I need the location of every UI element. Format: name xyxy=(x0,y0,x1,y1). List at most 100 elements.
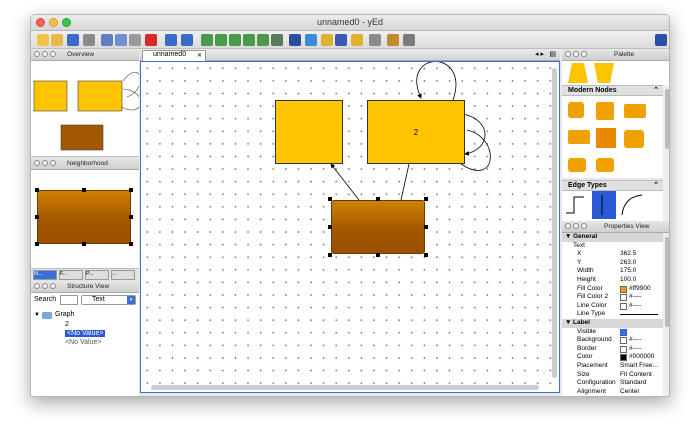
panel-float-icon[interactable] xyxy=(50,283,56,289)
palette-node[interactable] xyxy=(568,158,586,172)
palette-node[interactable] xyxy=(568,102,584,118)
prop-row-placement[interactable]: Placement Smart Free... xyxy=(562,362,663,371)
snap-icon[interactable] xyxy=(321,34,333,46)
expand-icon[interactable]: ▼ xyxy=(565,319,571,326)
panel-float-icon[interactable] xyxy=(50,160,56,166)
search-mode-select[interactable]: Text ▾ xyxy=(81,295,136,305)
palette-scrollbar[interactable] xyxy=(663,85,669,235)
palette-node[interactable] xyxy=(596,128,616,148)
panel-minimize-icon[interactable] xyxy=(42,283,48,289)
collapse-icon[interactable]: ⌃ xyxy=(653,86,659,94)
orthogonal-edge-icon[interactable] xyxy=(566,196,584,214)
label-section[interactable]: ▼ Label xyxy=(562,319,663,328)
ungroup-icon[interactable] xyxy=(369,34,381,46)
tree-root-graph[interactable]: Graph xyxy=(55,311,74,318)
expand-icon[interactable]: ▼ xyxy=(565,233,571,240)
tree-item[interactable]: 2 xyxy=(65,321,69,328)
undo-icon[interactable] xyxy=(165,34,177,46)
prop-row-background[interactable]: Background #---- xyxy=(562,336,663,345)
panel-minimize-icon[interactable] xyxy=(573,51,579,57)
palette-node[interactable] xyxy=(596,158,614,172)
panel-float-icon[interactable] xyxy=(581,223,587,229)
prop-row-border[interactable]: Border #---- xyxy=(562,345,663,354)
tab-more[interactable]: ... xyxy=(111,270,135,280)
prop-row-fill-color[interactable]: Fill Color #ff9900 xyxy=(562,285,663,294)
edge[interactable] xyxy=(400,163,410,201)
horizontal-scrollbar[interactable] xyxy=(151,385,539,390)
neighborhood-area[interactable] xyxy=(31,170,139,268)
graph-canvas[interactable]: 2 xyxy=(140,61,560,393)
grid-icon[interactable] xyxy=(335,34,347,46)
panel-close-icon[interactable] xyxy=(34,160,40,166)
prop-row-visible[interactable]: Visible xyxy=(562,328,663,337)
prop-row-line-type[interactable]: Line Type xyxy=(562,310,663,319)
edge[interactable] xyxy=(330,163,360,201)
edge-types-section[interactable]: Edge Types ⌃ xyxy=(562,180,663,191)
checkbox-checked-icon[interactable] xyxy=(620,328,627,336)
cut-icon[interactable] xyxy=(101,34,113,46)
delete-icon[interactable] xyxy=(145,34,157,46)
palette-node[interactable] xyxy=(596,102,614,120)
save-icon[interactable] xyxy=(67,34,79,46)
fit-content-icon[interactable] xyxy=(271,34,283,46)
prop-row-color[interactable]: Color #000000 xyxy=(562,353,663,362)
modern-nodes-section[interactable]: Modern Nodes ⌃ xyxy=(562,85,663,96)
zoom-fit-icon[interactable] xyxy=(229,34,241,46)
palette-node[interactable] xyxy=(568,130,590,144)
panel-minimize-icon[interactable] xyxy=(42,51,48,57)
group-icon[interactable] xyxy=(351,34,363,46)
neighborhood-node[interactable] xyxy=(37,190,131,244)
tab-list-icon[interactable]: ▤ xyxy=(549,50,556,58)
zoom-area-icon[interactable] xyxy=(243,34,255,46)
collapse-icon[interactable]: ⌃ xyxy=(653,181,659,189)
tree-expand-icon[interactable]: ▼ xyxy=(34,312,40,318)
layout-icon[interactable] xyxy=(403,34,415,46)
copy-icon[interactable] xyxy=(115,34,127,46)
prop-row-width[interactable]: Width 175.0 xyxy=(562,267,663,276)
panel-close-icon[interactable] xyxy=(34,283,40,289)
tools-icon[interactable] xyxy=(387,34,399,46)
tree-item[interactable]: <No Value> xyxy=(65,339,101,346)
node-selected[interactable] xyxy=(331,200,425,254)
search-input[interactable] xyxy=(60,295,78,305)
panel-minimize-icon[interactable] xyxy=(42,160,48,166)
tab-f[interactable]: F... xyxy=(59,270,83,280)
zoom-in-icon[interactable] xyxy=(201,34,213,46)
panel-close-icon[interactable] xyxy=(34,51,40,57)
prop-row-y[interactable]: Y 263.0 xyxy=(562,259,663,268)
navigate-mode-icon[interactable] xyxy=(305,34,317,46)
redo-icon[interactable] xyxy=(181,34,193,46)
close-tab-icon[interactable]: ✕ xyxy=(197,52,202,59)
tab-scroll-icon[interactable]: ◂ ▸ xyxy=(535,50,544,58)
prop-row-text[interactable]: Text xyxy=(562,242,663,251)
prop-row-configuration[interactable]: Configuration Standard xyxy=(562,379,663,388)
document-tab[interactable]: unnamed0 ✕ xyxy=(142,50,206,61)
paste-icon[interactable] xyxy=(129,34,141,46)
new-icon[interactable] xyxy=(37,34,49,46)
tree-item-selected[interactable]: <No Value> xyxy=(65,330,106,337)
save-as-icon[interactable] xyxy=(83,34,95,46)
prop-row-alignment[interactable]: Alignment Center xyxy=(562,388,663,396)
panel-float-icon[interactable] xyxy=(50,51,56,57)
properties-scrollbar[interactable] xyxy=(663,233,669,396)
tab-p[interactable]: P... xyxy=(85,270,109,280)
selected-edge-type[interactable] xyxy=(592,191,616,219)
general-section[interactable]: ▼ General xyxy=(562,233,663,242)
loop-edge[interactable] xyxy=(462,113,486,156)
open-icon[interactable] xyxy=(51,34,63,46)
edit-mode-icon[interactable] xyxy=(289,34,301,46)
self-loop-edge[interactable] xyxy=(416,62,457,101)
inverted-trapezoid-shape[interactable] xyxy=(594,63,614,83)
vertical-scrollbar[interactable] xyxy=(552,68,557,378)
curved-edge-icon[interactable] xyxy=(621,194,643,216)
prop-row-line-color[interactable]: Line Color #---- xyxy=(562,302,663,311)
node-2[interactable]: 2 xyxy=(367,100,465,164)
zoom-original-icon[interactable] xyxy=(257,34,269,46)
panel-close-icon[interactable] xyxy=(565,51,571,57)
panel-float-icon[interactable] xyxy=(581,51,587,57)
palette-node[interactable] xyxy=(624,130,644,148)
overview-area[interactable] xyxy=(31,61,142,157)
panel-minimize-icon[interactable] xyxy=(573,223,579,229)
trapezoid-shape[interactable] xyxy=(568,63,588,83)
prop-row-fill-color-2[interactable]: Fill Color 2 #---- xyxy=(562,293,663,302)
